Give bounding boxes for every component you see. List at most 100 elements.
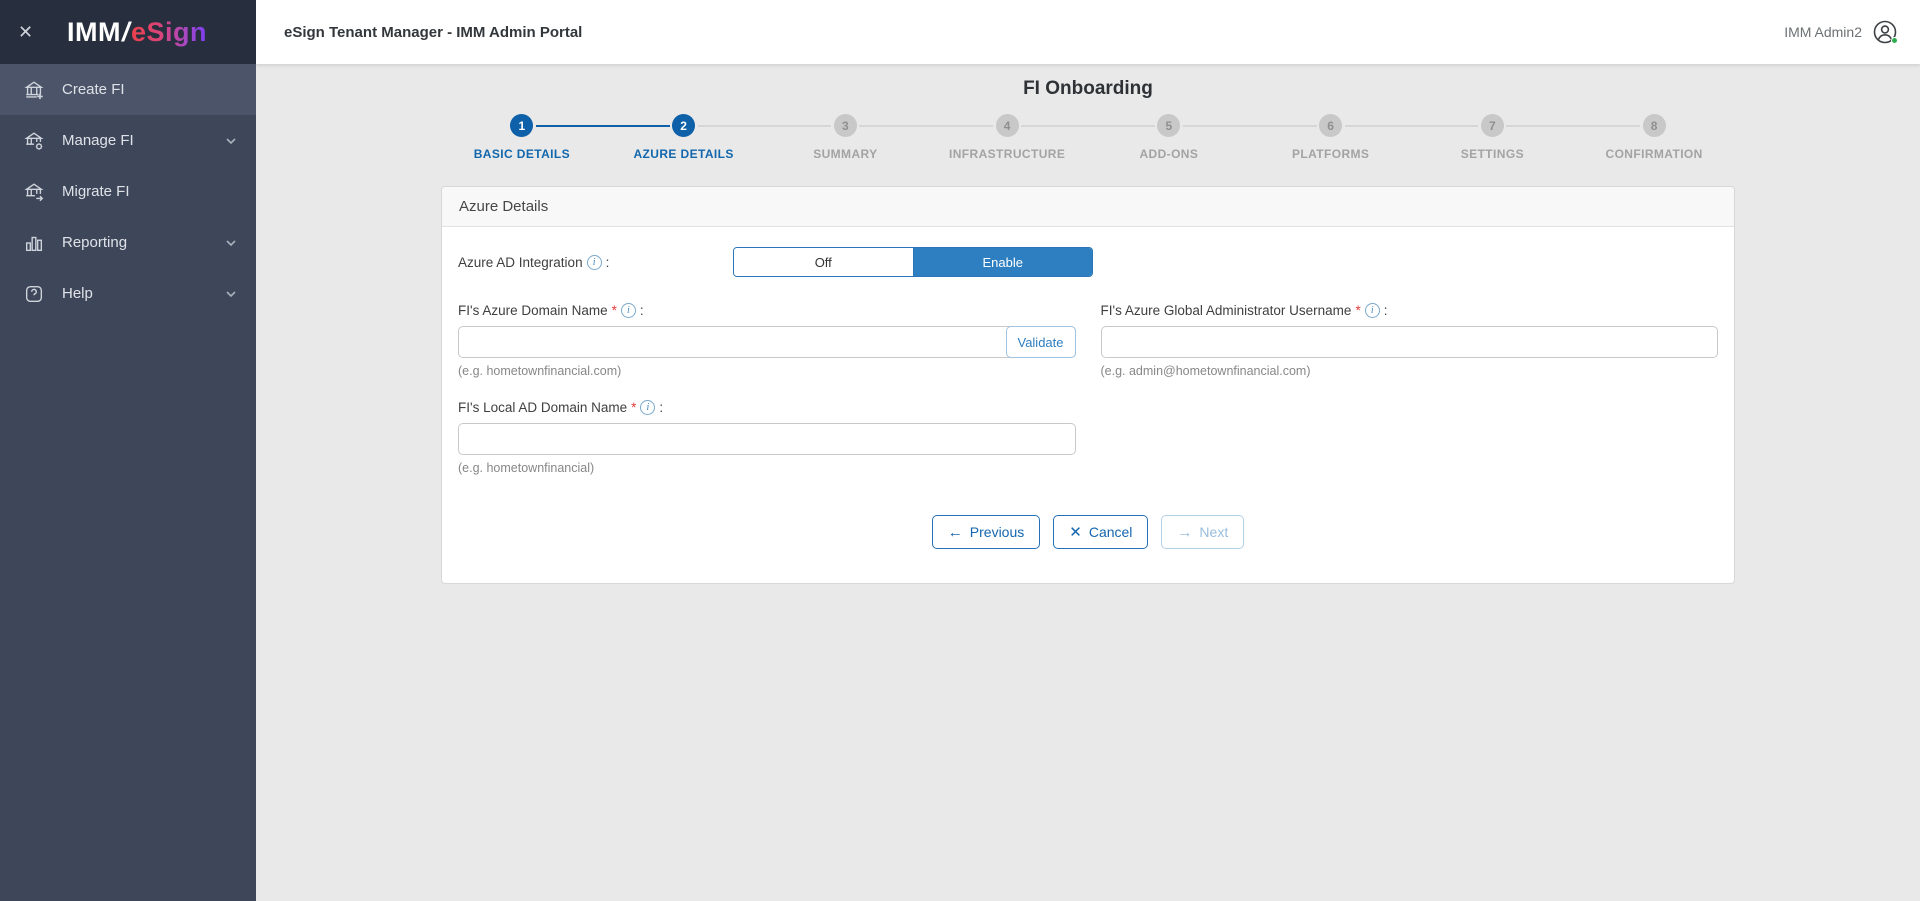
azure-ad-integration-row: Azure AD Integration i : Off Enable <box>458 247 1718 277</box>
step-label: PLATFORMS <box>1291 147 1370 161</box>
step-circle: 3 <box>833 114 857 137</box>
step-label: AZURE DETAILS <box>633 147 734 161</box>
logo-slash: / <box>121 16 130 47</box>
required-mark: * <box>1355 303 1361 318</box>
label-colon: : <box>659 400 664 415</box>
wizard-footer-buttons: ← Previous ✕ Cancel → Next <box>458 497 1718 575</box>
label-colon: : <box>605 254 610 270</box>
question-icon <box>22 282 46 306</box>
step-label: BASIC DETAILS <box>473 147 571 161</box>
validate-button[interactable]: Validate <box>1005 326 1076 358</box>
topbar: eSign Tenant Manager - IMM Admin Portal … <box>256 0 1920 64</box>
label-text: FI's Azure Domain Name <box>458 303 608 318</box>
previous-button[interactable]: ← Previous <box>931 515 1041 549</box>
global-admin-input[interactable] <box>1100 326 1718 358</box>
step-summary[interactable]: 3 SUMMARY <box>697 114 927 161</box>
step-circle: 6 <box>1319 114 1343 137</box>
required-mark: * <box>631 400 637 415</box>
azure-details-card: Azure Details Azure AD Integration i : O… <box>441 186 1735 584</box>
sidebar-item-label: Help <box>62 285 93 302</box>
label-colon: : <box>639 303 644 318</box>
info-icon[interactable]: i <box>620 303 636 318</box>
label-text: Azure AD Integration <box>458 254 583 270</box>
azure-ad-integration-label: Azure AD Integration i : <box>458 254 733 270</box>
chevron-down-icon <box>224 236 238 250</box>
step-label: ADD-ONS <box>1139 147 1199 161</box>
required-mark: * <box>611 303 617 318</box>
sidebar-nav: Create FI Manage FI Migrate FI Reporting <box>0 64 256 319</box>
azure-domain-hint: (e.g. hometownfinancial.com) <box>458 364 622 378</box>
user-name: IMM Admin2 <box>1784 24 1862 40</box>
cancel-button-label: Cancel <box>1088 524 1133 540</box>
step-basic-details[interactable]: 1 BASIC DETAILS <box>441 114 603 161</box>
step-label: CONFIRMATION <box>1605 147 1703 161</box>
toggle-option-off[interactable]: Off <box>734 248 914 276</box>
arrow-right-icon: → <box>1177 523 1193 541</box>
bank-arrow-icon <box>22 180 46 204</box>
info-icon[interactable]: i <box>1364 303 1380 318</box>
sidebar-item-migrate-fi[interactable]: Migrate FI <box>0 166 256 217</box>
user-avatar-icon[interactable] <box>1872 19 1898 45</box>
app-logo: IMM/eSign <box>46 17 238 48</box>
main-content: FI Onboarding 1 BASIC DETAILS 2 AZURE DE… <box>256 64 1920 901</box>
label-text: FI's Azure Global Administrator Username <box>1100 303 1352 318</box>
info-icon[interactable]: i <box>640 400 656 415</box>
close-icon: ✕ <box>1069 524 1082 541</box>
sidebar-item-label: Migrate FI <box>62 183 130 200</box>
page-title: FI Onboarding <box>1023 78 1153 99</box>
step-confirmation[interactable]: 8 CONFIRMATION <box>1506 114 1735 161</box>
bar-chart-icon <box>22 231 46 255</box>
global-admin-label: FI's Azure Global Administrator Username… <box>1101 303 1719 318</box>
chevron-down-icon <box>224 134 238 148</box>
global-admin-field-block: FI's Azure Global Administrator Username… <box>1100 303 1719 378</box>
step-add-ons[interactable]: 5 ADD-ONS <box>1021 114 1250 161</box>
sidebar-close-icon[interactable]: ✕ <box>18 22 46 43</box>
step-circle: 5 <box>1157 114 1181 137</box>
step-infrastructure[interactable]: 4 INFRASTRUCTURE <box>859 114 1088 161</box>
azure-domain-label: FI's Azure Domain Name * i : <box>458 303 1076 318</box>
sidebar-item-create-fi[interactable]: Create FI <box>0 64 256 115</box>
chevron-down-icon <box>224 287 238 301</box>
next-button-label: Next <box>1199 524 1229 540</box>
sidebar-item-label: Manage FI <box>62 132 134 149</box>
step-circle: 8 <box>1642 114 1666 137</box>
azure-ad-integration-toggle: Off Enable <box>733 247 1093 277</box>
app-title: eSign Tenant Manager - IMM Admin Portal <box>284 23 583 41</box>
sidebar-item-reporting[interactable]: Reporting <box>0 217 256 268</box>
logo-imm-text: IMM <box>66 16 121 47</box>
sidebar-logo-bar: ✕ IMM/eSign <box>0 0 256 64</box>
card-title: Azure Details <box>442 187 1734 227</box>
online-status-dot <box>1891 37 1898 44</box>
azure-domain-input[interactable] <box>458 326 1076 358</box>
sidebar: ✕ IMM/eSign Create FI Manage FI Migrate … <box>0 0 256 901</box>
sidebar-item-help[interactable]: Help <box>0 268 256 319</box>
local-ad-field-block: FI's Local AD Domain Name * i : (e.g. ho… <box>458 400 1076 475</box>
azure-domain-field-block: FI's Azure Domain Name * i : Validate (e… <box>458 303 1076 378</box>
bank-gear-icon <box>22 129 46 153</box>
step-circle: 2 <box>672 114 696 137</box>
previous-button-label: Previous <box>969 524 1025 540</box>
step-label: SETTINGS <box>1460 147 1524 161</box>
next-button[interactable]: → Next <box>1161 515 1245 549</box>
wizard-stepper: 1 BASIC DETAILS 2 AZURE DETAILS 3 SUMMAR… <box>441 114 1735 161</box>
sidebar-item-label: Create FI <box>62 81 125 98</box>
toggle-option-enable[interactable]: Enable <box>913 248 1092 276</box>
label-text: FI's Local AD Domain Name <box>458 400 628 415</box>
global-admin-hint: (e.g. admin@hometownfinancial.com) <box>1100 364 1311 378</box>
step-circle: 4 <box>995 114 1019 137</box>
step-azure-details[interactable]: 2 AZURE DETAILS <box>535 114 765 161</box>
local-ad-input[interactable] <box>458 423 1076 455</box>
sidebar-item-label: Reporting <box>62 234 128 251</box>
logo-esign-text: eSign <box>130 16 207 47</box>
bank-plus-icon <box>22 78 46 102</box>
local-ad-hint: (e.g. hometownfinancial) <box>458 461 595 475</box>
arrow-left-icon: ← <box>947 523 963 541</box>
step-platforms[interactable]: 6 PLATFORMS <box>1182 114 1412 161</box>
sidebar-item-manage-fi[interactable]: Manage FI <box>0 115 256 166</box>
step-settings[interactable]: 7 SETTINGS <box>1344 114 1574 161</box>
step-label: INFRASTRUCTURE <box>948 147 1066 161</box>
local-ad-label: FI's Local AD Domain Name * i : <box>458 400 1076 415</box>
step-circle: 1 <box>510 114 534 137</box>
info-icon[interactable]: i <box>586 254 602 270</box>
cancel-button[interactable]: ✕ Cancel <box>1053 515 1149 549</box>
